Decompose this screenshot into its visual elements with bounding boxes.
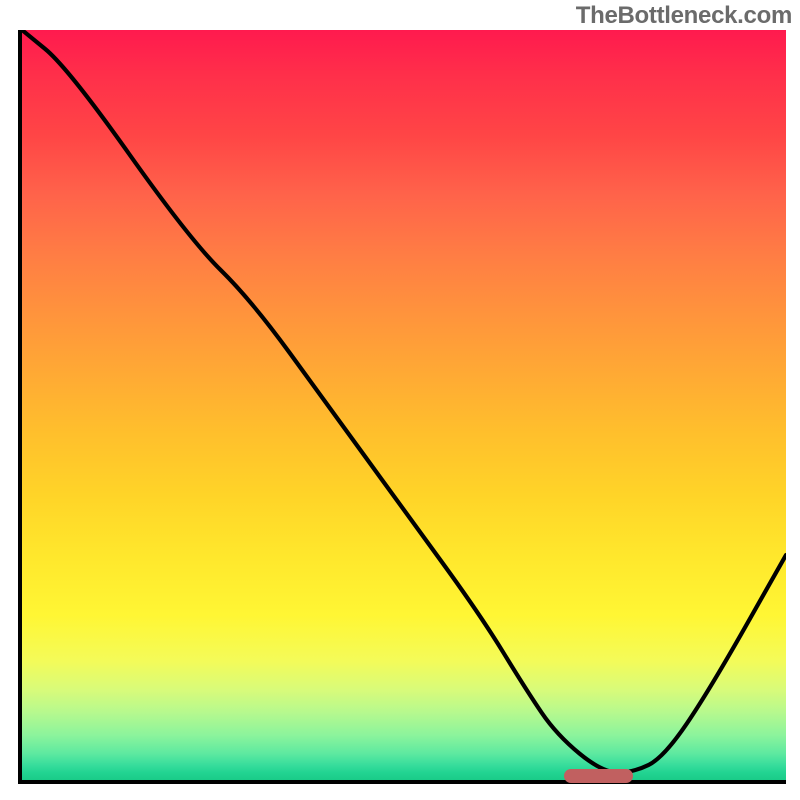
watermark-text: TheBottleneck.com bbox=[576, 2, 792, 30]
chart-background-gradient bbox=[22, 30, 786, 780]
optimal-marker bbox=[564, 769, 633, 783]
chart-plot-area bbox=[18, 30, 786, 784]
